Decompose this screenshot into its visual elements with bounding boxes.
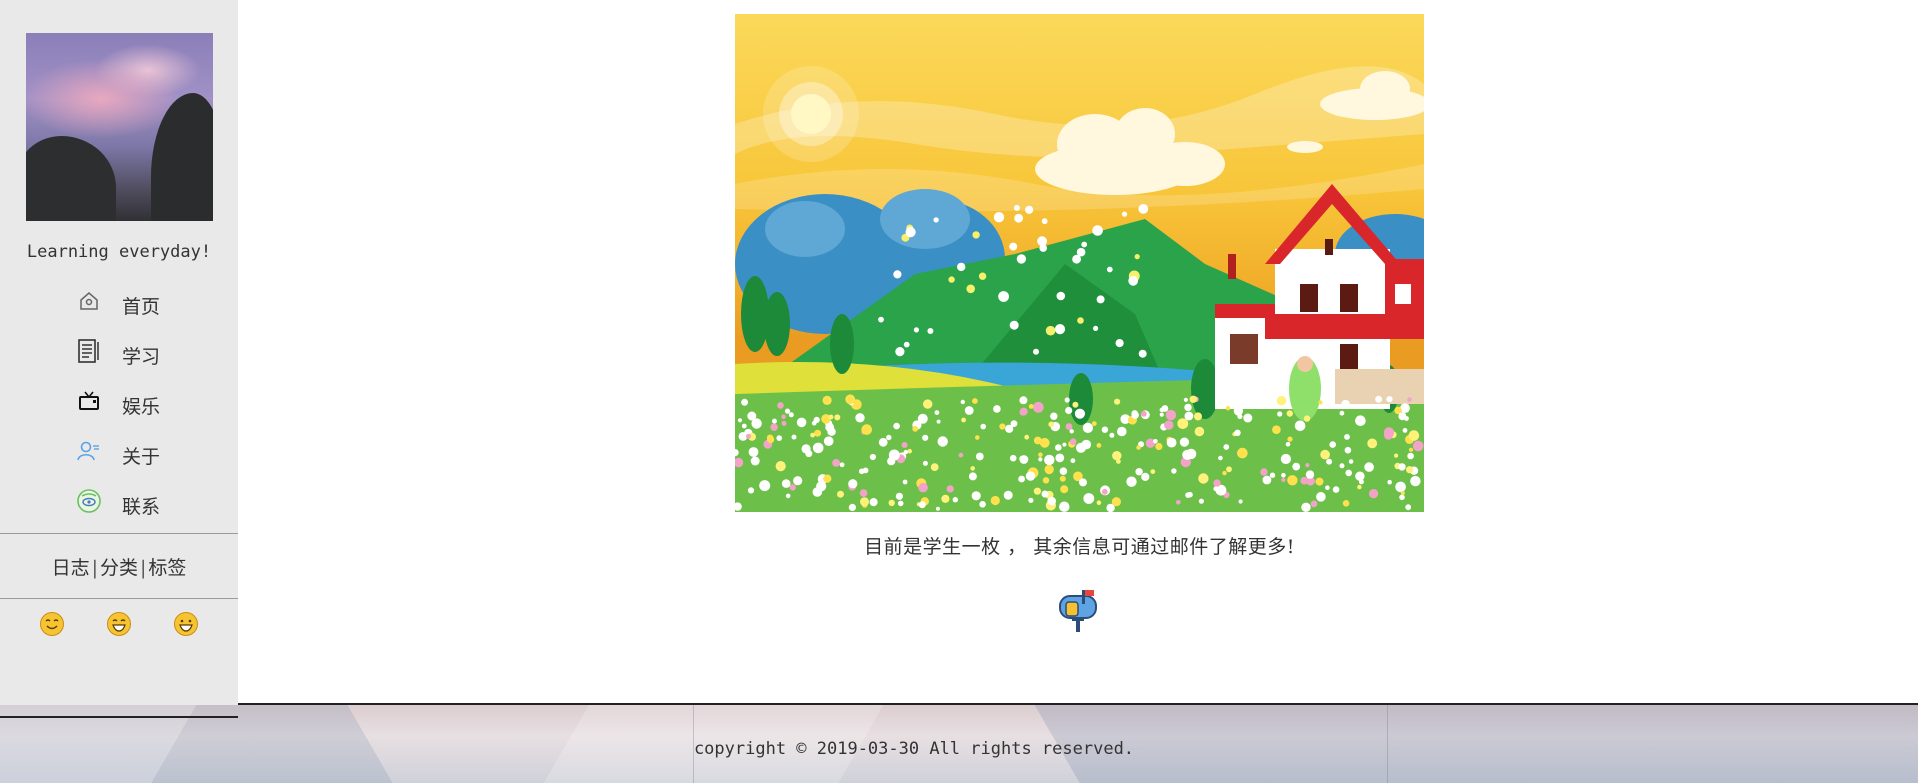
avatar-tree-left — [26, 136, 116, 221]
laugh-emoji-icon[interactable] — [174, 612, 198, 636]
sidebar-links: 日志 | 分类 | 标签 — [0, 553, 238, 580]
mailbox-icon[interactable] — [1054, 584, 1104, 634]
footer: copyright © 2019-03-30 All rights reserv… — [0, 705, 1918, 783]
link-tag[interactable]: 标签 — [148, 557, 186, 579]
nav-item-contact[interactable]: 联系 — [0, 480, 238, 530]
link-separator: | — [140, 557, 147, 579]
nav-label-about: 关于 — [122, 445, 161, 468]
sidebar-nav: 首页 学习 娱乐 关于 联系 — [0, 280, 238, 530]
smile-emoji-icon[interactable] — [40, 612, 64, 636]
grin-emoji-icon[interactable] — [107, 612, 131, 636]
book-icon — [76, 338, 102, 364]
nav-item-home[interactable]: 首页 — [0, 280, 238, 330]
avatar[interactable] — [26, 33, 213, 221]
sidebar-bottom-border — [0, 716, 238, 718]
intro-caption: 目前是学生一枚 ， 其余信息可通过邮件了解更多! — [864, 536, 1295, 558]
nav-label-entertainment: 娱乐 — [122, 395, 161, 418]
nav-item-study[interactable]: 学习 — [0, 330, 238, 380]
sidebar-divider-top — [0, 533, 238, 534]
tv-icon — [76, 388, 102, 414]
nav-label-study: 学习 — [122, 345, 161, 368]
contact-icon — [76, 488, 102, 514]
link-log[interactable]: 日志 — [52, 557, 90, 579]
copyright-text: copyright © 2019-03-30 All rights reserv… — [693, 739, 1135, 759]
avatar-tree-right — [151, 93, 213, 221]
motto: Learning everyday! — [26, 242, 212, 262]
nav-label-contact: 联系 — [122, 495, 161, 518]
nav-item-about[interactable]: 关于 — [0, 430, 238, 480]
sidebar: Learning everyday! 首页 学习 娱乐 关于 联系 日志 | 分… — [0, 0, 238, 716]
sidebar-divider-bottom — [0, 598, 238, 599]
nav-item-entertainment[interactable]: 娱乐 — [0, 380, 238, 430]
link-category[interactable]: 分类 — [100, 557, 138, 579]
link-separator: | — [91, 557, 98, 579]
hero-illustration — [735, 14, 1424, 512]
nav-label-home: 首页 — [122, 295, 161, 318]
home-icon — [76, 288, 102, 314]
footer-border — [238, 703, 1918, 705]
user-icon — [76, 438, 102, 464]
